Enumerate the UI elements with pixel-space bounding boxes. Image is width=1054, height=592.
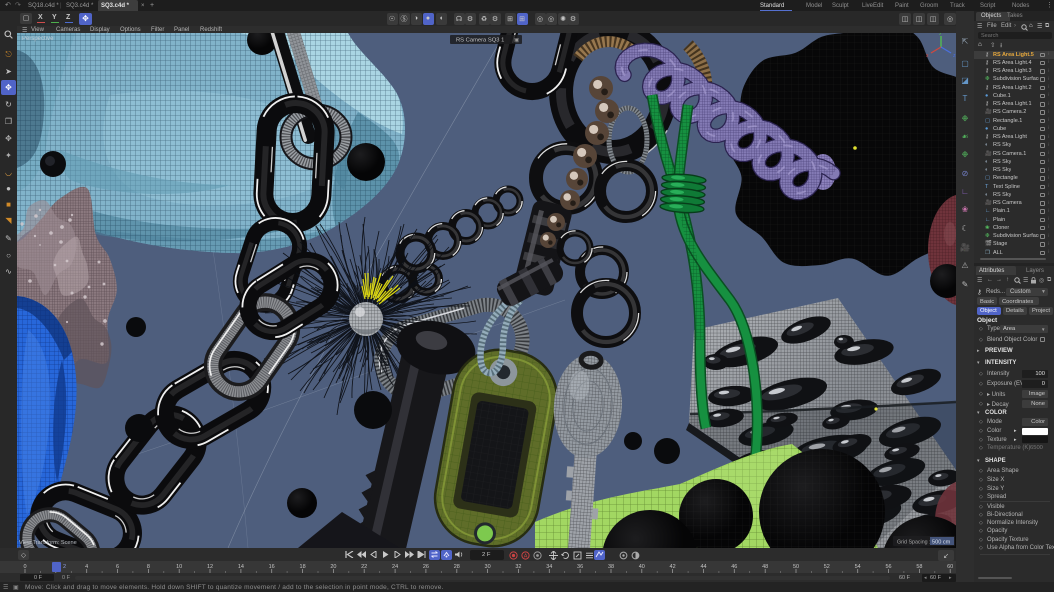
- svg-text:58: 58: [916, 564, 922, 570]
- svg-text:60: 60: [947, 564, 953, 570]
- svg-text:4: 4: [85, 564, 88, 570]
- svg-text:24: 24: [392, 564, 398, 570]
- svg-text:18: 18: [300, 564, 306, 570]
- svg-text:View Transform: Scene: View Transform: Scene: [19, 540, 77, 546]
- svg-text:6: 6: [116, 564, 119, 570]
- svg-text:Perspective: Perspective: [22, 36, 54, 42]
- svg-text:10: 10: [176, 564, 182, 570]
- svg-text:30: 30: [485, 564, 491, 570]
- svg-text:0: 0: [23, 564, 26, 570]
- svg-text:40: 40: [639, 564, 645, 570]
- svg-text:A: A: [523, 553, 527, 559]
- svg-text:22: 22: [361, 564, 367, 570]
- svg-text:54: 54: [855, 564, 861, 570]
- svg-text:12: 12: [207, 564, 213, 570]
- svg-text:56: 56: [885, 564, 891, 570]
- svg-text:Grid Spacing :: Grid Spacing :: [897, 540, 931, 546]
- svg-text:26: 26: [423, 564, 429, 570]
- svg-text:48: 48: [762, 564, 768, 570]
- svg-text:20: 20: [330, 564, 336, 570]
- svg-text:28: 28: [454, 564, 460, 570]
- svg-text:42: 42: [670, 564, 676, 570]
- svg-text:36: 36: [577, 564, 583, 570]
- svg-text:RS Camera SQ3 1: RS Camera SQ3 1: [456, 38, 504, 44]
- svg-text:52: 52: [824, 564, 830, 570]
- svg-text:8: 8: [147, 564, 150, 570]
- svg-text:2: 2: [63, 564, 66, 570]
- svg-text:44: 44: [700, 564, 706, 570]
- svg-text:▣: ▣: [514, 38, 520, 44]
- svg-text:500 cm: 500 cm: [932, 540, 951, 546]
- svg-text:34: 34: [546, 564, 552, 570]
- svg-text:16: 16: [269, 564, 275, 570]
- svg-text:46: 46: [731, 564, 737, 570]
- svg-text:50: 50: [793, 564, 799, 570]
- svg-text:14: 14: [238, 564, 244, 570]
- svg-text:38: 38: [608, 564, 614, 570]
- svg-text:32: 32: [515, 564, 521, 570]
